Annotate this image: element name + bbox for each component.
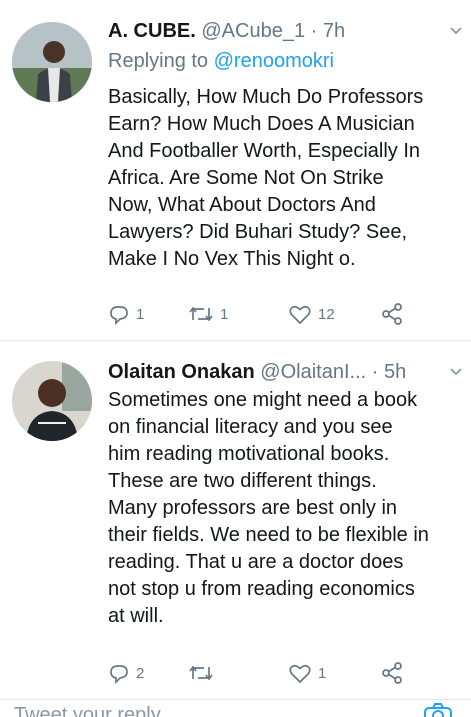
retweet-button[interactable]: 1 bbox=[188, 300, 228, 328]
tweet-text-line: Basically, How Much Do Professors bbox=[108, 86, 424, 108]
chevron-down-icon[interactable] bbox=[449, 24, 463, 38]
tweet-text-line: Lawyers? Did Buhari Study? See, bbox=[108, 221, 408, 243]
tweet-text-line: And Footballer Worth, Especially In bbox=[108, 140, 421, 162]
like-button[interactable]: 12 bbox=[288, 300, 335, 328]
tweet-text-line: reading. That u are a doctor does bbox=[108, 551, 404, 573]
tweet-text: Basically, How Much Do Professors Earn? … bbox=[108, 84, 458, 273]
reply-input[interactable]: Tweet your reply bbox=[14, 704, 161, 717]
timestamp[interactable]: 5h bbox=[384, 361, 406, 383]
reply-count: 1 bbox=[136, 305, 145, 323]
separator: · bbox=[371, 361, 379, 383]
tweet-text-line: Earn? How Much Does A Musician bbox=[108, 113, 415, 135]
replying-prefix: Replying to bbox=[108, 50, 209, 72]
tweet-text-line: Sometimes one might need a book bbox=[108, 389, 418, 411]
reply-button[interactable]: 1 bbox=[108, 300, 144, 328]
camera-icon[interactable] bbox=[423, 702, 453, 717]
share-icon bbox=[382, 303, 402, 325]
tweet-text-line: at will. bbox=[108, 605, 164, 627]
tweet-text-line: Now, What About Doctors And bbox=[108, 194, 376, 216]
tweet[interactable]: A. CUBE. @ACube_1 · 7h Replying to @reno… bbox=[0, 0, 471, 340]
reply-icon bbox=[110, 306, 128, 325]
tweet-text-line: their fields. We need to be flexible in bbox=[108, 524, 429, 546]
like-icon bbox=[289, 305, 311, 325]
tweet[interactable]: Olaitan Onakan @OlaitanI... · 5h Sometim… bbox=[0, 341, 471, 701]
share-button[interactable] bbox=[380, 659, 404, 687]
replying-mention[interactable]: @renoomokri bbox=[214, 50, 334, 72]
tweet-text: Sometimes one might need a book on finan… bbox=[108, 387, 458, 630]
timestamp[interactable]: 7h bbox=[323, 20, 345, 42]
tweet-text-line: Africa. Are Some Not On Strike bbox=[108, 167, 384, 189]
tweet-text-line: Make I No Vex This Night o. bbox=[108, 248, 356, 270]
tweet-actions: 1 1 12 bbox=[108, 300, 428, 328]
avatar[interactable] bbox=[12, 22, 92, 102]
reply-icon bbox=[110, 665, 128, 684]
tweet-text-line: Many professors are best only in bbox=[108, 497, 398, 519]
reply-composer[interactable]: Tweet your reply bbox=[0, 700, 471, 717]
retweet-button[interactable] bbox=[188, 659, 220, 687]
like-icon bbox=[289, 664, 311, 684]
reply-button[interactable]: 2 bbox=[108, 659, 144, 687]
like-button[interactable]: 1 bbox=[288, 659, 326, 687]
author-handle[interactable]: @OlaitanI... bbox=[260, 361, 366, 383]
author-name[interactable]: A. CUBE. bbox=[108, 20, 196, 42]
avatar[interactable] bbox=[12, 361, 92, 441]
retweet-icon bbox=[189, 306, 213, 322]
author-name[interactable]: Olaitan Onakan bbox=[108, 361, 255, 383]
tweet-text-line: These are two different things. bbox=[108, 470, 377, 492]
retweet-count: 1 bbox=[220, 305, 229, 323]
author-handle[interactable]: @ACube_1 bbox=[201, 20, 305, 42]
tweet-text-line: not stop u from reading economics bbox=[108, 578, 415, 600]
like-count: 1 bbox=[318, 664, 327, 682]
replying-to: Replying to @renoomokri bbox=[108, 48, 334, 74]
tweet-text-line: him reading motivational books. bbox=[108, 443, 390, 465]
tweet-header: Olaitan Onakan @OlaitanI... · 5h bbox=[108, 359, 406, 385]
tweet-header: A. CUBE. @ACube_1 · 7h bbox=[108, 18, 345, 44]
chevron-down-icon[interactable] bbox=[449, 365, 463, 379]
retweet-icon bbox=[189, 665, 213, 681]
reply-count: 2 bbox=[136, 664, 145, 682]
share-icon bbox=[382, 662, 402, 684]
tweet-text-line: on financial literacy and you see bbox=[108, 416, 393, 438]
tweet-actions: 2 1 bbox=[108, 659, 428, 687]
share-button[interactable] bbox=[380, 300, 404, 328]
like-count: 12 bbox=[318, 305, 335, 323]
separator: · bbox=[310, 20, 318, 42]
